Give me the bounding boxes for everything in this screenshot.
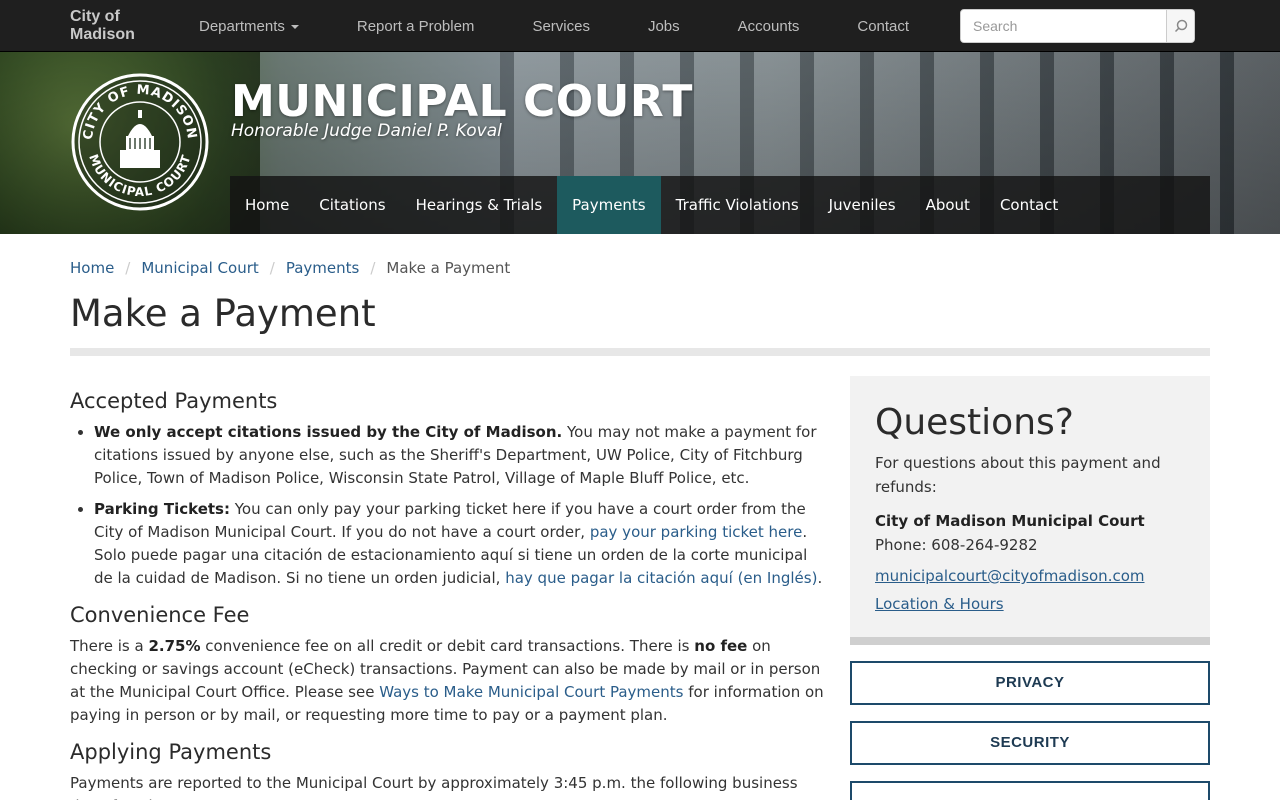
court-nav-citations[interactable]: Citations: [304, 176, 400, 234]
no-fee-label: no fee: [694, 637, 748, 655]
questions-text: For questions about this payment and ref…: [875, 454, 1161, 496]
court-nav-menu: Home Citations Hearings & Trials Payment…: [230, 176, 1210, 234]
top-nav-departments[interactable]: Departments: [170, 18, 328, 35]
top-nav-contact[interactable]: Contact: [828, 18, 938, 35]
title-divider: [70, 348, 1210, 356]
main-content: Accepted Payments We only accept citatio…: [70, 376, 825, 800]
applying-payments-heading: Applying Payments: [70, 740, 272, 764]
top-nav-departments-label: Departments: [199, 17, 285, 35]
top-nav-menu: Departments Report a Problem Services Jo…: [170, 0, 938, 52]
hero-banner: CITY OF MADISON MUNICIPAL COURT MUNICIPA…: [0, 52, 1280, 234]
court-subtitle: Honorable Judge Daniel P. Koval: [231, 121, 502, 141]
municipal-court-seal-logo[interactable]: CITY OF MADISON MUNICIPAL COURT: [70, 72, 210, 212]
search-icon: [1174, 19, 1187, 33]
brand-line-1: City of: [70, 8, 120, 25]
top-nav-jobs[interactable]: Jobs: [619, 18, 709, 35]
breadcrumb-separator: /: [125, 259, 131, 277]
fee-percentage: 2.75%: [148, 637, 201, 655]
court-title: MUNICIPAL COURT: [231, 76, 693, 127]
accepted-item1-bold: We only accept citations issued by the C…: [94, 423, 563, 441]
ways-to-pay-link[interactable]: Ways to Make Municipal Court Payments: [379, 683, 683, 701]
accepted-payments-heading: Accepted Payments: [70, 389, 278, 413]
convenience-fee-paragraph: There is a 2.75% convenience fee on all …: [70, 637, 824, 724]
sidebar-more-button[interactable]: [850, 781, 1210, 800]
contact-phone: Phone: 608-264-9282: [875, 536, 1038, 554]
top-nav-services[interactable]: Services: [503, 18, 619, 35]
breadcrumb-municipal-court[interactable]: Municipal Court: [141, 259, 258, 277]
location-hours-link[interactable]: Location & Hours: [875, 595, 1185, 613]
court-nav-contact[interactable]: Contact: [985, 176, 1073, 234]
parking-tickets-label: Parking Tickets:: [94, 500, 230, 518]
breadcrumb-separator: /: [370, 259, 376, 277]
list-item: Parking Tickets: You can only pay your p…: [94, 498, 825, 590]
page-title: Make a Payment: [70, 292, 376, 335]
contact-organization: City of Madison Municipal Court: [875, 512, 1145, 530]
top-nav-report-problem[interactable]: Report a Problem: [328, 18, 504, 35]
contact-email-link[interactable]: municipalcourt@cityofmadison.com: [875, 567, 1185, 585]
sidebar: Questions? For questions about this paym…: [850, 376, 1210, 800]
security-button[interactable]: SECURITY: [850, 721, 1210, 765]
search-input[interactable]: [961, 10, 1166, 42]
court-nav-traffic-violations[interactable]: Traffic Violations: [661, 176, 814, 234]
city-brand-link[interactable]: City of Madison: [70, 8, 160, 44]
applying-payments-paragraph: Payments are reported to the Municipal C…: [70, 774, 798, 800]
privacy-button[interactable]: PRIVACY: [850, 661, 1210, 705]
pay-parking-ticket-spanish-link[interactable]: hay que pagar la citación aquí (en Inglé…: [505, 569, 817, 587]
breadcrumb-separator: /: [269, 259, 275, 277]
questions-heading: Questions?: [875, 402, 1074, 443]
caret-down-icon: [290, 24, 299, 29]
top-nav-accounts[interactable]: Accounts: [709, 18, 829, 35]
court-nav-about[interactable]: About: [911, 176, 985, 234]
breadcrumb-home[interactable]: Home: [70, 259, 114, 277]
breadcrumb-payments[interactable]: Payments: [286, 259, 359, 277]
list-item: We only accept citations issued by the C…: [94, 421, 825, 490]
court-nav-hearings-trials[interactable]: Hearings & Trials: [401, 176, 558, 234]
pay-parking-ticket-link[interactable]: pay your parking ticket here: [590, 523, 803, 541]
brand-line-2: Madison: [70, 26, 135, 43]
search-button[interactable]: [1166, 10, 1194, 42]
search-form: [960, 9, 1195, 43]
top-navbar: City of Madison Departments Report a Pro…: [0, 0, 1280, 52]
court-nav-juveniles[interactable]: Juveniles: [814, 176, 911, 234]
accepted-payments-list: We only accept citations issued by the C…: [94, 421, 825, 590]
questions-panel: Questions? For questions about this paym…: [850, 376, 1210, 645]
breadcrumb: Home / Municipal Court / Payments / Make…: [70, 259, 510, 277]
breadcrumb-current: Make a Payment: [386, 259, 511, 277]
court-nav-payments[interactable]: Payments: [557, 176, 661, 234]
court-nav-home[interactable]: Home: [230, 176, 304, 234]
convenience-fee-heading: Convenience Fee: [70, 603, 250, 627]
